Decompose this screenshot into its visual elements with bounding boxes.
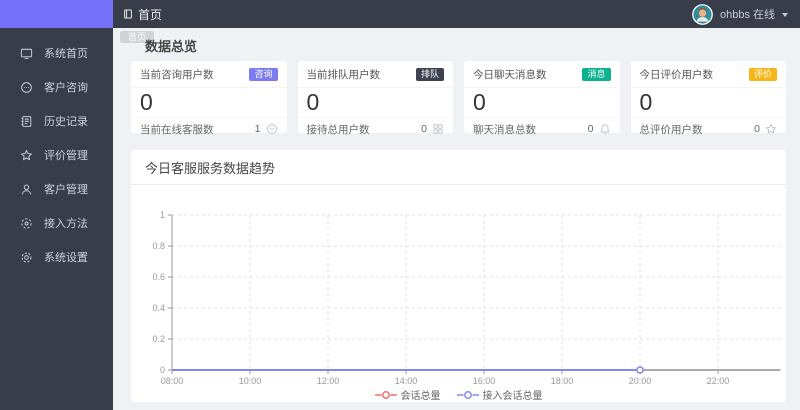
- star-outline-icon: [765, 123, 777, 134]
- legend-item-total-sessions[interactable]: 会话总量: [374, 387, 441, 402]
- user-icon: [21, 184, 32, 195]
- stat-value: 0: [140, 89, 153, 115]
- sidebar-item-label: 历史记录: [44, 116, 88, 128]
- legend-label: 会话总量: [400, 391, 441, 402]
- spinner-icon: [21, 217, 32, 229]
- chart-title: 今日客服服务数据趋势: [131, 150, 786, 185]
- sidebar-item-label: 接入方法: [44, 218, 88, 230]
- page-title: 首页: [138, 7, 163, 22]
- main-content: 首页 数据总览 当前咨询用户数 咨询 0 当前在线客服数 1 当前排队用户数 排…: [113, 28, 800, 410]
- dialogue-icon: [266, 124, 277, 135]
- card-title: 今日评价用户数: [639, 69, 714, 81]
- svg-text:0.4: 0.4: [152, 303, 165, 313]
- svg-text:0.8: 0.8: [152, 241, 165, 251]
- gear-icon: [21, 252, 32, 262]
- sidebar-item-label: 客户咨询: [44, 82, 88, 94]
- chart-legend: 会话总量 接入会话总量: [131, 387, 786, 402]
- svg-text:20:00: 20:00: [629, 376, 652, 385]
- stat-card-consulting-users: 当前咨询用户数 咨询 0 当前在线客服数 1: [131, 61, 287, 136]
- sidebar-menu: 系统首页 客户咨询 历史记录 评价管理 客户管理 接入方法 系统设置: [0, 28, 113, 274]
- sidebar-item-label: 客户管理: [44, 184, 88, 196]
- stat-card-queue-users: 当前排队用户数 排队 0 接待总用户数 0: [297, 61, 453, 136]
- card-header: 当前咨询用户数 咨询: [131, 61, 287, 88]
- badge-queue: 排队: [415, 68, 444, 81]
- trend-line-chart: 0 0.2 0.4 0.6 0.8 1 08:00 10:00 12:00 14:00 16:00 1…: [152, 210, 781, 385]
- legend-label: 接入会话总量: [482, 391, 543, 402]
- svg-text:10:00: 10:00: [239, 376, 262, 385]
- stat-card-rating-users: 今日评价用户数 评价 0 总评价用户数 0: [630, 61, 786, 136]
- svg-text:22:00: 22:00: [707, 376, 730, 385]
- sidebar: 系统首页 客户咨询 历史记录 评价管理 客户管理 接入方法 系统设置: [0, 0, 113, 410]
- footer-value-group: 0: [588, 123, 611, 135]
- card-header: 今日评价用户数 评价: [630, 61, 786, 88]
- users-grid-icon: [433, 124, 443, 134]
- card-footer: 总评价用户数 0: [630, 116, 786, 143]
- footer-value: 1: [254, 123, 261, 136]
- book-icon: [124, 9, 132, 19]
- footer-value-group: 0: [421, 123, 444, 135]
- sidebar-item-system-settings[interactable]: 系统设置: [0, 240, 113, 274]
- footer-label: 接待总用户数: [306, 123, 370, 136]
- section-title: 数据总览: [145, 39, 198, 54]
- card-footer: 接待总用户数 0: [297, 116, 453, 143]
- username-label: ohbbs 在线: [719, 9, 775, 21]
- footer-label: 总评价用户数: [639, 123, 703, 136]
- sidebar-item-label: 系统首页: [44, 48, 88, 60]
- top-header: 首页 ohbbs 在线: [113, 0, 800, 28]
- card-title: 当前排队用户数: [306, 69, 381, 81]
- card-title: 今日聊天消息数: [473, 69, 547, 81]
- notebook-icon: [21, 115, 32, 127]
- card-footer: 聊天消息总数 0: [464, 116, 620, 143]
- logo-block[interactable]: [0, 0, 113, 28]
- svg-text:0: 0: [160, 365, 165, 375]
- bell-icon: [599, 124, 610, 135]
- breadcrumb[interactable]: 首页: [123, 6, 162, 23]
- star-icon: [21, 149, 32, 160]
- sidebar-item-label: 评价管理: [44, 150, 88, 162]
- svg-text:08:00: 08:00: [161, 376, 184, 385]
- stat-value: 0: [473, 89, 486, 115]
- line-marker-icon: [374, 390, 397, 399]
- card-header: 今日聊天消息数 消息: [464, 61, 620, 88]
- monitor-icon: [20, 48, 33, 59]
- svg-text:16:00: 16:00: [473, 376, 496, 385]
- footer-label: 聊天消息总数: [473, 123, 536, 136]
- stat-card-chat-messages: 今日聊天消息数 消息 0 聊天消息总数 0: [464, 61, 620, 136]
- svg-text:0.2: 0.2: [152, 334, 165, 344]
- badge-message: 消息: [582, 68, 611, 81]
- line-marker-icon: [456, 390, 479, 399]
- sidebar-item-label: 系统设置: [44, 252, 88, 264]
- svg-text:1: 1: [160, 210, 165, 220]
- svg-text:18:00: 18:00: [551, 376, 574, 385]
- badge-consult: 咨询: [249, 68, 278, 81]
- sidebar-item-access-method[interactable]: 接入方法: [0, 206, 113, 240]
- sidebar-item-history[interactable]: 历史记录: [0, 104, 113, 138]
- footer-value-group: 1: [255, 123, 278, 135]
- footer-value: 0: [587, 123, 594, 136]
- sidebar-item-customer-consult[interactable]: 客户咨询: [0, 70, 113, 104]
- card-header: 当前排队用户数 排队: [297, 61, 453, 88]
- chevron-down-icon: [782, 12, 788, 17]
- svg-text:0.6: 0.6: [152, 272, 165, 282]
- avatar: [692, 3, 713, 25]
- footer-value: 0: [421, 123, 427, 136]
- stat-value: 0: [639, 89, 653, 115]
- svg-text:12:00: 12:00: [317, 376, 340, 385]
- stat-cards-row: 当前咨询用户数 咨询 0 当前在线客服数 1 当前排队用户数 排队 0 接待总用…: [131, 61, 786, 136]
- legend-item-connected-sessions[interactable]: 接入会话总量: [456, 387, 543, 402]
- footer-label: 当前在线客服数: [140, 123, 214, 136]
- user-menu[interactable]: ohbbs 在线: [692, 3, 788, 25]
- footer-value-group: 0: [754, 123, 777, 135]
- card-footer: 当前在线客服数 1: [131, 116, 287, 143]
- footer-value: 0: [754, 123, 760, 136]
- stat-value: 0: [306, 89, 320, 115]
- card-title: 当前咨询用户数: [140, 69, 214, 81]
- badge-rating: 评价: [748, 68, 777, 81]
- svg-text:14:00: 14:00: [395, 376, 418, 385]
- chat-circle-icon: [21, 81, 32, 93]
- sidebar-item-customer-manage[interactable]: 客户管理: [0, 172, 113, 206]
- sidebar-item-rating-manage[interactable]: 评价管理: [0, 138, 113, 172]
- sidebar-item-system-home[interactable]: 系统首页: [0, 36, 113, 70]
- trend-chart-card: 今日客服服务数据趋势 0 0.2 0.4 0.6 0.8 1 08:00 10:00 12:00…: [131, 150, 786, 402]
